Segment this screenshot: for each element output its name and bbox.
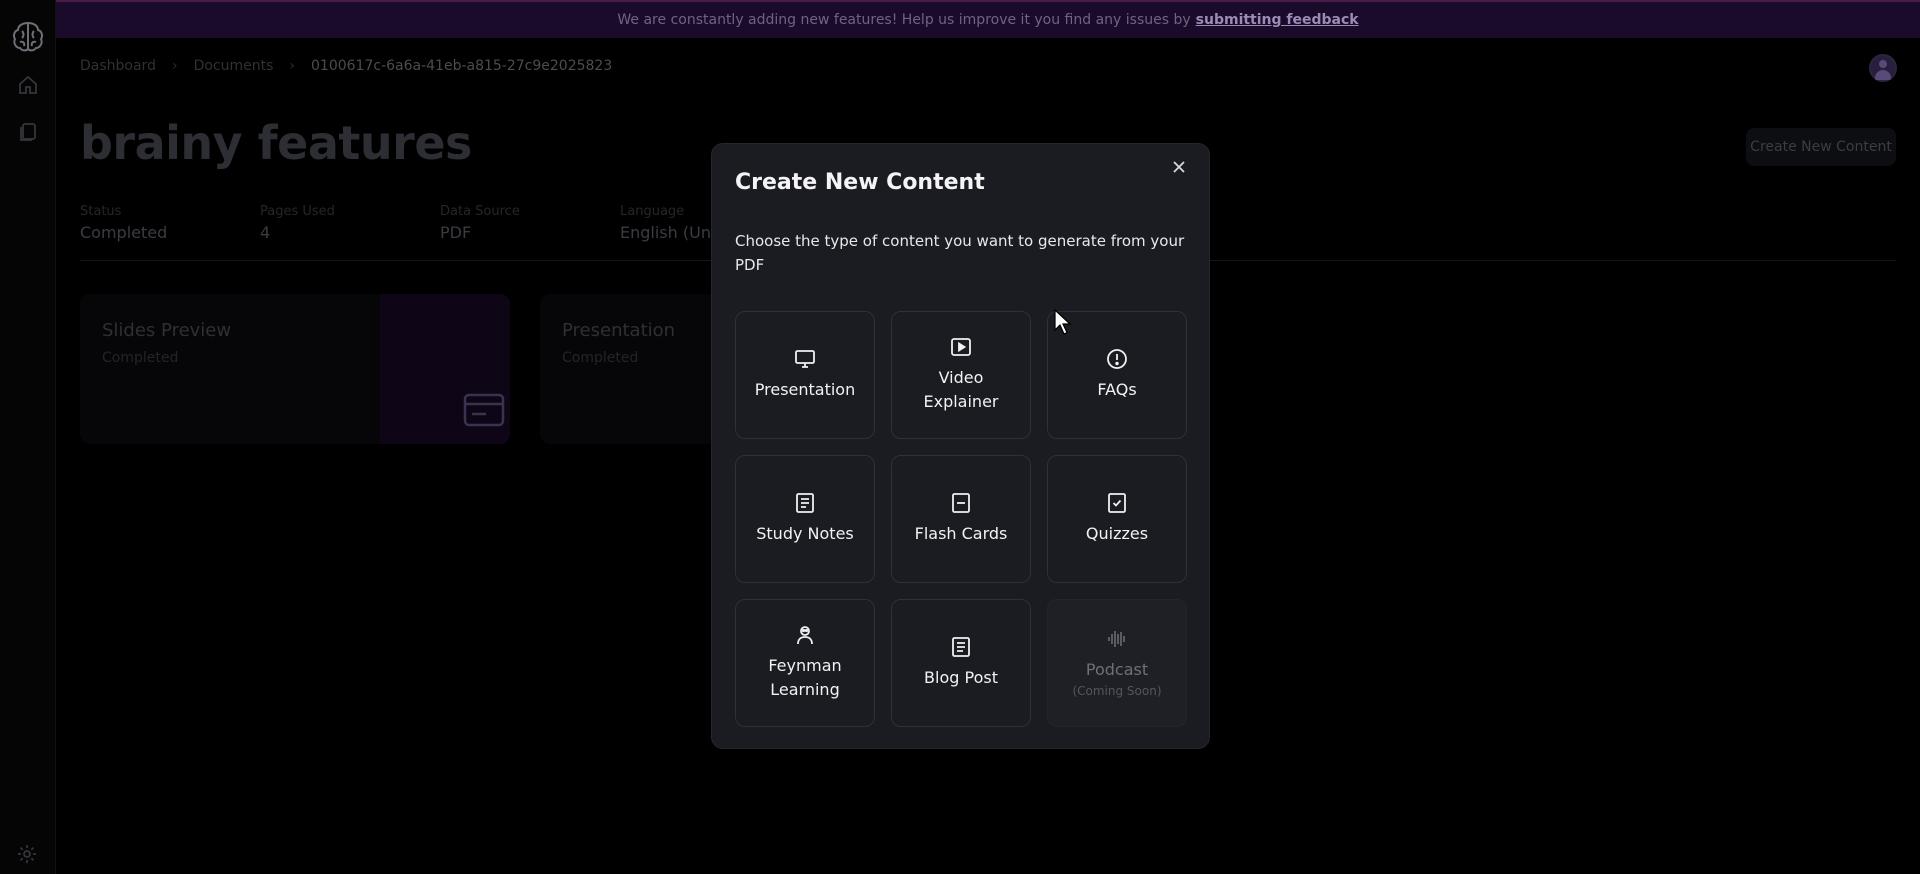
mouse-cursor-icon [1054, 308, 1072, 335]
brain-logo-icon[interactable] [10, 19, 46, 55]
sidebar [0, 0, 56, 874]
option-label: FAQs [1097, 380, 1137, 399]
option-label: Feynman Learning [768, 656, 842, 699]
document-icon [952, 637, 970, 657]
coming-soon-label: (Coming Soon) [1072, 684, 1162, 698]
stat-value: PDF [440, 223, 472, 242]
video-icon [951, 338, 971, 356]
option-label: Podcast [1085, 660, 1149, 679]
breadcrumb-current: 0100617c-6a6a-41eb-a815-27c9e2025823 [311, 58, 613, 74]
document-stats: Status Completed Pages Used 4 Data Sourc… [80, 204, 800, 242]
documents-icon[interactable] [17, 121, 39, 143]
audio-wave-icon [1108, 631, 1125, 647]
stat-status: Status Completed [80, 204, 260, 242]
slides-card-icon [463, 393, 505, 427]
avatar-head [1879, 60, 1887, 68]
breadcrumb-dashboard[interactable]: Dashboard [80, 58, 156, 74]
option-label: Blog Post [924, 668, 998, 687]
card-title: Presentation [562, 320, 676, 341]
stat-label: Status [80, 204, 122, 219]
card-status: Completed [102, 350, 179, 366]
flash-card-icon [952, 493, 970, 513]
chevron-right-icon: › [289, 58, 296, 74]
modal-title: Create New Content [735, 170, 985, 195]
monitor-icon [795, 350, 815, 368]
chevron-right-icon: › [171, 58, 178, 74]
option-study-notes[interactable]: Study Notes [735, 455, 875, 583]
option-flash-cards[interactable]: Flash Cards [891, 455, 1031, 583]
info-circle-icon [1107, 349, 1127, 369]
stat-label: Data Source [440, 204, 520, 219]
stat-data-source: Data Source PDF [440, 204, 620, 242]
option-blog-post[interactable]: Blog Post [891, 599, 1031, 727]
person-icon [797, 626, 813, 645]
home-icon[interactable] [17, 74, 39, 96]
card-title: Slides Preview [102, 320, 232, 341]
stat-value: Completed [80, 223, 168, 242]
option-presentation[interactable]: Presentation [735, 311, 875, 439]
feature-banner: We are constantly adding new features! H… [56, 0, 1920, 38]
close-icon[interactable] [1170, 158, 1188, 176]
settings-gear-icon[interactable] [17, 844, 37, 864]
option-label: Quizzes [1085, 524, 1149, 543]
stat-label: Pages Used [260, 204, 335, 219]
breadcrumb-documents[interactable]: Documents [194, 58, 274, 74]
option-podcast: Podcast (Coming Soon) [1047, 599, 1187, 727]
card-status: Completed [562, 350, 639, 366]
option-label: Presentation [754, 380, 856, 399]
quiz-check-icon [1108, 493, 1126, 513]
breadcrumb: Dashboard › Documents › 0100617c-6a6a-41… [80, 58, 612, 74]
stat-pages-used: Pages Used 4 [260, 204, 440, 242]
notes-icon [796, 493, 814, 513]
slides-preview-card[interactable]: Slides Preview Completed [80, 294, 510, 444]
option-video-explainer[interactable]: Video Explainer [891, 311, 1031, 439]
stat-value: 4 [260, 223, 271, 242]
create-new-content-button[interactable]: Create New Content [1746, 128, 1896, 166]
avatar-body [1875, 70, 1891, 80]
modal-description: Choose the type of content you want to g… [735, 232, 1185, 274]
create-content-modal: Create New Content Choose the type of co… [711, 143, 1210, 749]
banner-text: We are constantly adding new features! H… [617, 12, 1191, 28]
option-label: Video Explainer [923, 368, 999, 411]
option-label: Flash Cards [914, 524, 1008, 543]
option-label: Study Notes [756, 524, 854, 543]
page-title: brainy features [80, 116, 472, 170]
user-avatar[interactable] [1869, 54, 1897, 82]
option-feynman-learning[interactable]: Feynman Learning [735, 599, 875, 727]
submit-feedback-link[interactable]: submitting feedback [1196, 12, 1359, 28]
option-quizzes[interactable]: Quizzes [1047, 455, 1187, 583]
